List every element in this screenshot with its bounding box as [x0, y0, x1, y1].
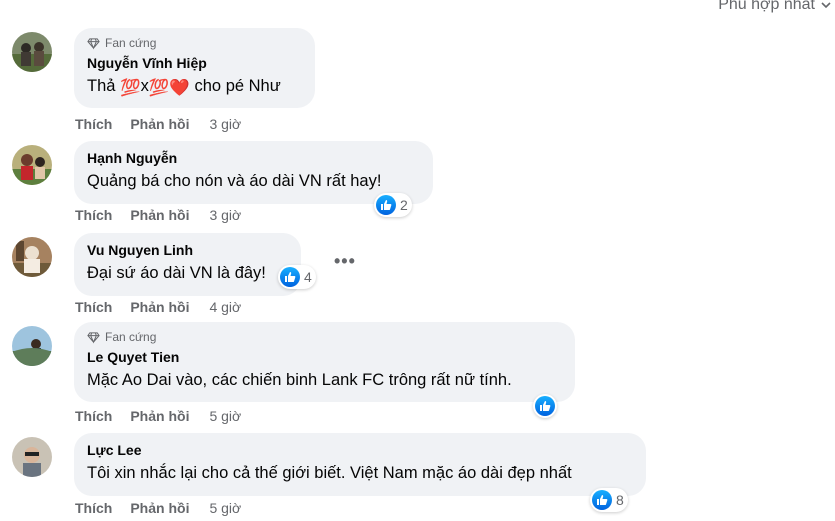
diamond-icon [87, 331, 100, 343]
like-reaction-icon [376, 195, 396, 215]
comment-text: Tôi xin nhắc lại cho cả thế giới biết. V… [87, 464, 572, 482]
comment-timestamp[interactable]: 5 giờ [209, 408, 241, 424]
reply-action[interactable]: Phản hồi [130, 408, 189, 424]
avatar[interactable] [12, 326, 52, 366]
like-action[interactable]: Thích [75, 408, 112, 424]
like-action[interactable]: Thích [75, 207, 112, 223]
comment-author[interactable]: Hạnh Nguyễn [87, 149, 421, 167]
comment-author[interactable]: Lực Lee [87, 441, 634, 459]
like-reaction-icon [592, 490, 612, 510]
reaction-count[interactable]: 2 [374, 193, 412, 217]
comment-bubble: Fan cứng Nguyễn Vĩnh Hiệp Thả 💯x💯❤️ cho … [74, 28, 315, 108]
like-action[interactable]: Thích [75, 299, 112, 315]
reply-action[interactable]: Phản hồi [130, 299, 189, 315]
comment-text: Thả 💯x💯❤️ cho pé Như [87, 74, 303, 100]
avatar[interactable] [12, 437, 52, 477]
comment-bubble: Fan cứng Le Quyet Tien Mặc Ao Dai vào, c… [74, 322, 575, 402]
reaction-count[interactable] [533, 394, 557, 418]
chevron-down-icon [821, 2, 831, 9]
hundred-points-emoji: 💯 [120, 79, 141, 97]
like-reaction-icon [535, 396, 555, 416]
like-action[interactable]: Thích [75, 116, 112, 132]
comment-actions: Thích Phản hồi 3 giờ [75, 116, 241, 132]
comment-actions: Thích Phản hồi 3 giờ [75, 207, 241, 223]
red-heart-emoji: ❤️ [169, 79, 190, 97]
comment-timestamp[interactable]: 5 giờ [209, 500, 241, 516]
like-action[interactable]: Thích [75, 500, 112, 516]
avatar[interactable] [12, 237, 52, 277]
avatar[interactable] [12, 32, 52, 72]
sort-dropdown[interactable]: Phù hợp nhất [718, 0, 831, 14]
comment-author[interactable]: Le Quyet Tien [87, 348, 563, 366]
comment-text: Đại sứ áo dài VN là đây! [87, 264, 266, 282]
comment-timestamp[interactable]: 4 giờ [209, 299, 241, 315]
reply-action[interactable]: Phản hồi [130, 116, 189, 132]
comment-timestamp[interactable]: 3 giờ [209, 116, 241, 132]
hundred-points-emoji: 💯 [148, 79, 170, 97]
diamond-icon [87, 37, 100, 49]
comment-text: Quảng bá cho nón và áo dài VN rất hay! [87, 172, 382, 190]
comment-author[interactable]: Nguyễn Vĩnh Hiệp [87, 54, 303, 72]
top-fan-badge: Fan cứng [87, 36, 303, 50]
comment-timestamp[interactable]: 3 giờ [209, 207, 241, 223]
reply-action[interactable]: Phản hồi [130, 500, 189, 516]
comment-text: Mặc Ao Dai vào, các chiến binh Lank FC t… [87, 371, 512, 389]
top-fan-badge: Fan cứng [87, 330, 563, 344]
reaction-count[interactable]: 4 [278, 265, 316, 289]
comment-bubble: Vu Nguyen Linh Đại sứ áo dài VN là đây! [74, 233, 301, 296]
avatar[interactable] [12, 145, 52, 185]
more-options-icon[interactable]: ••• [334, 251, 356, 272]
comment-author[interactable]: Vu Nguyen Linh [87, 241, 289, 259]
sort-label: Phù hợp nhất [718, 0, 815, 13]
reply-action[interactable]: Phản hồi [130, 207, 189, 223]
comment-actions: Thích Phản hồi 4 giờ [75, 299, 241, 315]
like-reaction-icon [280, 267, 300, 287]
comment-actions: Thích Phản hồi 5 giờ [75, 500, 241, 516]
reaction-count[interactable]: 8 [590, 488, 628, 512]
comment-bubble: Lực Lee Tôi xin nhắc lại cho cả thế giới… [74, 433, 646, 496]
comment-actions: Thích Phản hồi 5 giờ [75, 408, 241, 424]
